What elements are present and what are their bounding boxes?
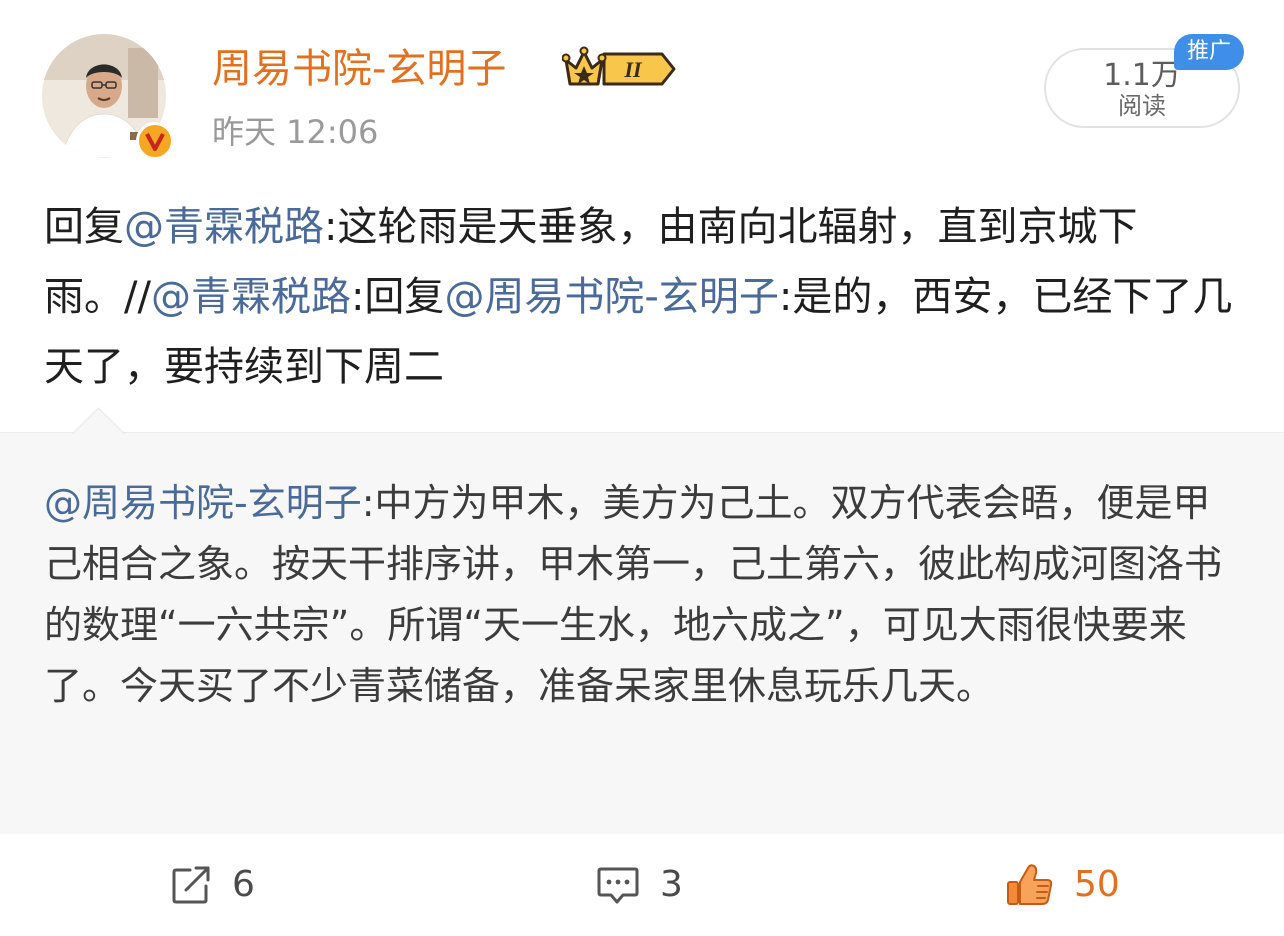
thumbs-up-icon <box>1007 864 1053 905</box>
reply-prefix: 回复 <box>44 204 124 250</box>
post-body: 回复@青霖税路:这轮雨是天垂象，由南向北辐射，直到京城下雨。//@青霖税路:回复… <box>44 192 1240 402</box>
promo-button[interactable]: 推广 <box>1174 34 1244 70</box>
quoted-post-text: @周易书院-玄明子:中方为甲木，美方为己土。双方代表会晤，便是甲己相合之象。按天… <box>44 473 1244 717</box>
mention-link[interactable]: @周易书院-玄明子 <box>444 274 778 320</box>
mention-link[interactable]: @周易书院-玄明子 <box>44 481 362 525</box>
comment-icon <box>597 867 639 904</box>
post-time: 昨天 12:06 <box>212 113 379 151</box>
crown-level-icon[interactable]: II <box>561 46 678 92</box>
like-button[interactable]: 50 <box>1006 862 1120 908</box>
reply-text: :回复 <box>350 274 445 320</box>
mention-link[interactable]: @青霖税路 <box>124 204 324 250</box>
read-label: 阅读 <box>1118 92 1166 120</box>
crown-level-text: II <box>623 57 643 82</box>
comment-button[interactable]: 3 <box>596 862 683 908</box>
quoted-post[interactable]: @周易书院-玄明子:中方为甲木，美方为己土。双方代表会晤，便是甲己相合之象。按天… <box>0 407 1284 835</box>
author-avatar[interactable] <box>42 34 174 162</box>
repost-button[interactable]: 6 <box>170 862 255 908</box>
mention-link[interactable]: @青霖税路 <box>151 274 351 320</box>
repost-icon <box>172 866 210 904</box>
action-bar: 6 3 50 <box>0 834 1284 936</box>
like-count: 50 <box>1074 864 1120 905</box>
verified-v-icon <box>136 122 174 160</box>
author-name[interactable]: 周易书院-玄明子 <box>212 42 506 96</box>
comment-count: 3 <box>660 864 683 905</box>
weibo-post: 周易书院-玄明子 II 昨天 12:06 1.1万 阅读 推广 回复@青霖税路:… <box>0 0 1284 936</box>
quote-pointer <box>72 407 125 460</box>
repost-count: 6 <box>232 864 255 905</box>
